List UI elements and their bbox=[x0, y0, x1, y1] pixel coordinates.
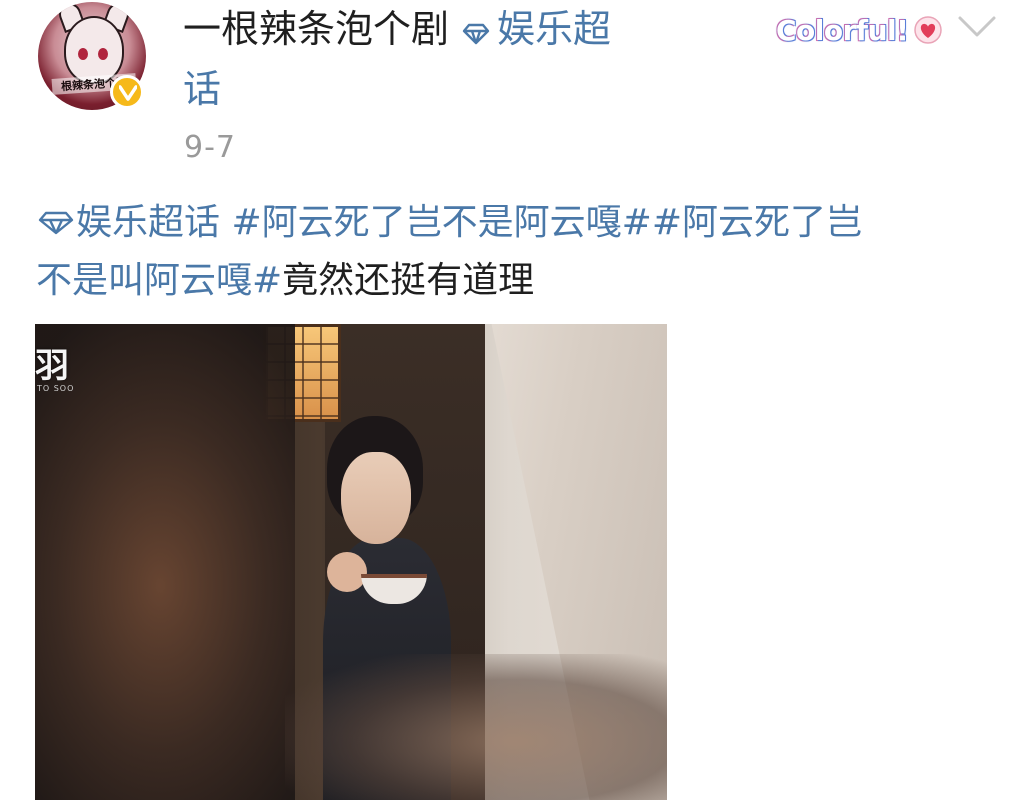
author-name[interactable]: 一根辣条泡个剧 bbox=[183, 7, 449, 51]
hashtag-2-part1[interactable]: #阿云死了岂 bbox=[652, 202, 862, 243]
diamond-gem-icon bbox=[461, 9, 491, 55]
verified-v-icon bbox=[110, 75, 144, 109]
image-foreground-blur bbox=[35, 324, 295, 800]
image-person-hand bbox=[327, 552, 367, 592]
author-header: 一根辣条泡个剧 娱乐超 bbox=[183, 6, 611, 55]
post-body-text: 娱乐超话 #阿云死了岂不是阿云嘎##阿云死了岂 不是叫阿云嘎#竟然还挺有道理 bbox=[36, 194, 996, 310]
post-image[interactable]: 羽 TO SOO bbox=[35, 324, 667, 800]
heart-icon bbox=[914, 16, 942, 44]
brand-badge-text: Colorful! bbox=[776, 14, 909, 47]
image-watermark-sub: TO SOO bbox=[37, 384, 75, 393]
topic-prefix-text: 娱乐超话 bbox=[76, 202, 221, 243]
diamond-gem-icon bbox=[38, 211, 74, 235]
topic-link-continued[interactable]: 话 bbox=[183, 66, 221, 112]
image-watermark: 羽 bbox=[35, 346, 69, 386]
topic-link[interactable]: 娱乐超 bbox=[497, 7, 611, 51]
chevron-down-icon[interactable] bbox=[956, 12, 998, 42]
avatar-eye-left bbox=[78, 48, 88, 60]
weibo-post: 根辣条泡个剧 一根辣条泡个剧 娱乐超 话 9-7 Colorful! 娱乐超话 #… bbox=[0, 0, 1024, 803]
image-bottom-blur bbox=[285, 654, 667, 800]
hashtag-1[interactable]: #阿云死了岂不是阿云嘎# bbox=[231, 202, 651, 243]
hashtag-2-part2[interactable]: 不是叫阿云嘎# bbox=[36, 260, 282, 301]
image-person-face bbox=[341, 452, 411, 544]
topic-prefix-link[interactable]: 娱乐超话 bbox=[36, 202, 220, 243]
post-trailing-text: 竟然还挺有道理 bbox=[282, 260, 535, 301]
colorful-brand-badge[interactable]: Colorful! bbox=[756, 0, 946, 56]
post-date: 9-7 bbox=[184, 130, 236, 165]
avatar-eye-right bbox=[98, 48, 108, 60]
